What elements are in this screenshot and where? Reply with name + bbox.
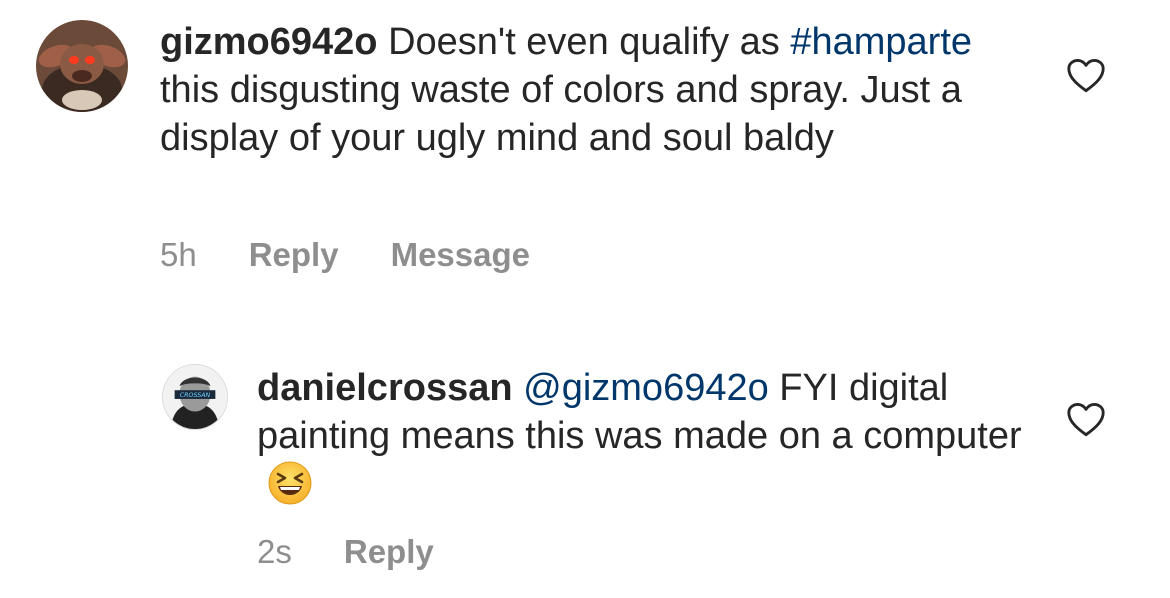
hashtag-link[interactable]: #hamparte bbox=[790, 21, 972, 63]
danielcrossan-avatar[interactable]: CROSSAN bbox=[162, 364, 228, 430]
comment-username[interactable]: gizmo6942o bbox=[160, 21, 378, 63]
comment-text-before: Doesn't even qualify as bbox=[377, 21, 791, 63]
message-button[interactable]: Message bbox=[391, 236, 530, 274]
gremlin-avatar[interactable] bbox=[36, 20, 128, 112]
comment-text-after: this disgusting waste of colors and spra… bbox=[160, 69, 962, 159]
avatar-text: CROSSAN bbox=[180, 392, 211, 399]
comment-body: gizmo6942o Doesn't even qualify as #hamp… bbox=[160, 18, 1020, 162]
reply-button[interactable]: Reply bbox=[344, 533, 434, 571]
heart-outline-icon[interactable] bbox=[1066, 402, 1106, 438]
comment-timestamp: 5h bbox=[160, 236, 197, 273]
comment-body: danielcrossan @gizmo6942o FYI digital pa… bbox=[257, 364, 1027, 510]
grinning-squinting-face-emoji bbox=[267, 460, 313, 506]
heart-outline-icon[interactable] bbox=[1066, 58, 1106, 94]
comment-meta: 5h Reply Message bbox=[160, 236, 582, 274]
mention-link[interactable]: @gizmo6942o bbox=[523, 367, 769, 409]
comment-timestamp: 2s bbox=[257, 533, 292, 570]
reply-button[interactable]: Reply bbox=[249, 236, 339, 274]
comment-username[interactable]: danielcrossan bbox=[257, 367, 513, 409]
comment-meta: 2s Reply bbox=[257, 533, 486, 571]
